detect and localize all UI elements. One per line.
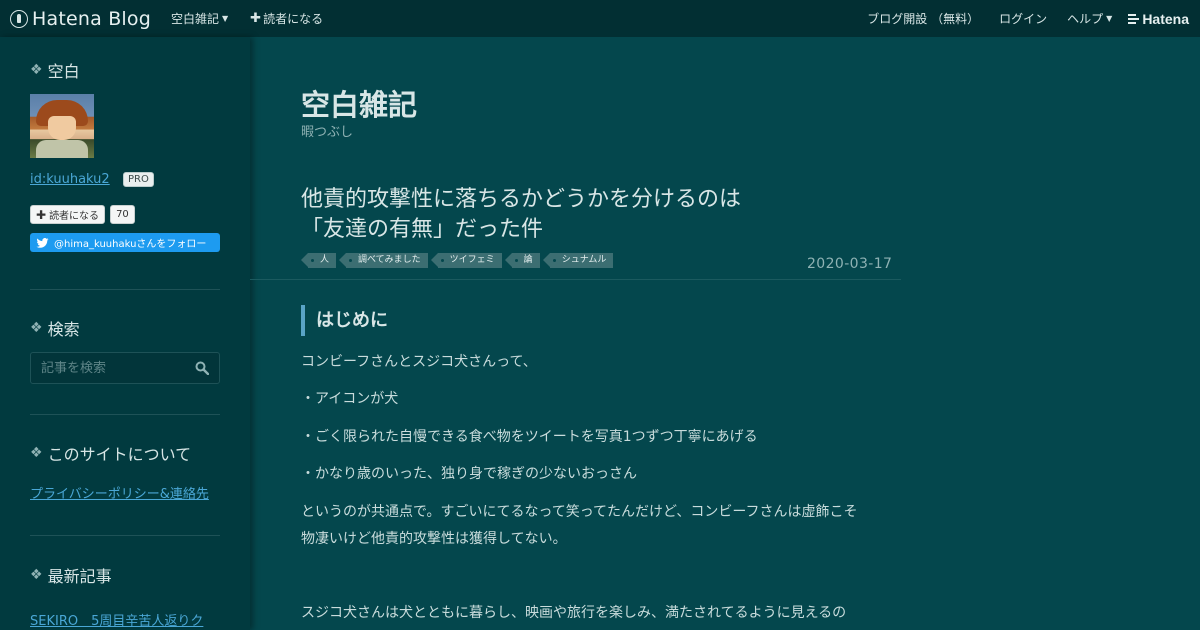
entry-categories: 人 調べてみました ツイフェミ 論 シュナムル [300,253,623,268]
header-right-nav: ブログ開設 （無料） ログイン ヘルプ ▼ Hatena [867,0,1200,37]
subscribe-widget: ✚ 読者になる 70 [30,205,135,224]
global-header: Hatena Blog 空白雑記 ▼ ✚ 読者になる ブログ開設 （無料） ログ… [0,0,1200,37]
category-tag[interactable]: 人 [300,253,337,268]
blog-title[interactable]: 空白雑記 [301,82,417,124]
help-label: ヘルプ [1067,12,1104,26]
subscribe-button-label: 読者になる [49,211,100,222]
subscriber-count: 70 [110,205,135,224]
entry-paragraph: スジコ犬さんは犬とともに暮らし、映画や旅行を楽しみ、満たされてるように見えるの [301,605,847,621]
category-tag[interactable]: シュナムル [542,253,614,268]
recent-heading: ❖ 最新記事 [30,563,112,587]
recent-entry-link[interactable]: SEKIRO 5周目辛苦人返りク [30,610,203,629]
entry-paragraph: コンビーフさんとスジコ犬さんって、 [301,354,537,370]
chevron-down-icon: ▼ [1106,14,1113,23]
sidebar-divider [30,414,220,415]
help-dropdown[interactable]: ヘルプ ▼ [1067,0,1112,37]
plus-icon: ✚ [250,11,262,26]
hatena-lines-icon [1128,13,1140,24]
user-id-link[interactable]: id:kuuhaku2 [30,172,110,187]
entry-header-divider [250,279,901,280]
login-link[interactable]: ログイン [999,0,1047,37]
login-label: ログイン [999,12,1048,26]
category-tag[interactable]: 論 [504,253,540,268]
subscribe-nav-label: 読者になる [263,12,324,26]
entry-title-line: 「友達の有無」だった件 [301,217,544,242]
blog-menu-dropdown[interactable]: 空白雑記 ▼ [171,0,228,37]
sidebar-divider [30,535,220,536]
twitter-follow-label: @hima_kuuhakuさんをフォロー [54,239,207,250]
diamond-icon: ❖ [30,320,43,336]
entry-paragraph: ・アイコンが犬 [301,391,399,407]
search-heading: ❖ 検索 [30,316,80,340]
profile-heading: ❖ 空白 [30,58,80,82]
blog-description: 暇つぶし [301,125,354,140]
search-heading-text: 検索 [47,320,80,339]
entry-paragraph: ・ごく限られた自慢できる食べ物をツイートを写真1つずつ丁寧にあげる [301,429,758,445]
search-input[interactable] [31,353,191,383]
sidebar: ❖ 空白 id:kuuhaku2 PRO ✚ 読者になる 70 @hima_ku… [0,37,250,630]
sidebar-divider [30,289,220,290]
hatena-blog-icon [10,9,28,28]
diamond-icon: ❖ [30,445,43,461]
plus-icon: ✚ [36,207,47,222]
privacy-policy-link[interactable]: プライバシーポリシー&連絡先 [30,483,209,502]
category-tag[interactable]: ツイフェミ [430,253,502,268]
search-icon[interactable] [195,361,209,375]
search-box [30,352,220,384]
chevron-down-icon: ▼ [222,14,229,23]
hatena-wordmark: Hatena [1142,10,1189,27]
hatena-blog-logo[interactable]: Hatena Blog [10,0,151,37]
subscribe-nav-button[interactable]: ✚ 読者になる [250,0,323,37]
entry-title-line: 他責的攻撃性に落ちるかどうかを分けるのは [301,187,742,212]
blog-menu-label: 空白雑記 [171,12,220,26]
diamond-icon: ❖ [30,567,43,583]
avatar[interactable] [30,94,94,158]
twitter-bird-icon [36,237,49,248]
about-heading: ❖ このサイトについて [30,441,191,465]
entry-paragraph: というのが共通点で。すごいにてるなって笑ってたんだけど、コンビーフさんは虚飾こそ [301,504,858,520]
recent-heading-text: 最新記事 [47,567,112,586]
subscribe-button[interactable]: ✚ 読者になる [30,205,106,224]
create-blog-link[interactable]: ブログ開設 （無料） [867,0,979,37]
entry-paragraph: 物凄いけど他責的攻撃性は獲得してない。 [301,531,567,547]
create-blog-label: ブログ開設 （無料） [867,12,980,26]
entry-title[interactable]: 他責的攻撃性に落ちるかどうかを分けるのは 「友達の有無」だった件 [301,185,861,245]
twitter-follow-button[interactable]: @hima_kuuhakuさんをフォロー [30,233,220,252]
category-tag[interactable]: 調べてみました [339,253,428,268]
entry-date[interactable]: 2020-03-17 [807,256,892,272]
brand-text: Hatena Blog [32,7,151,30]
about-heading-text: このサイトについて [47,445,192,464]
section-heading: はじめに [301,305,388,336]
entry-paragraph: ・かなり歳のいった、独り身で稼ぎの少ないおっさん [301,466,637,482]
diamond-icon: ❖ [30,62,43,78]
pro-badge: PRO [123,172,154,187]
profile-heading-text: 空白 [47,62,80,81]
hatena-logo[interactable]: Hatena [1128,11,1189,27]
